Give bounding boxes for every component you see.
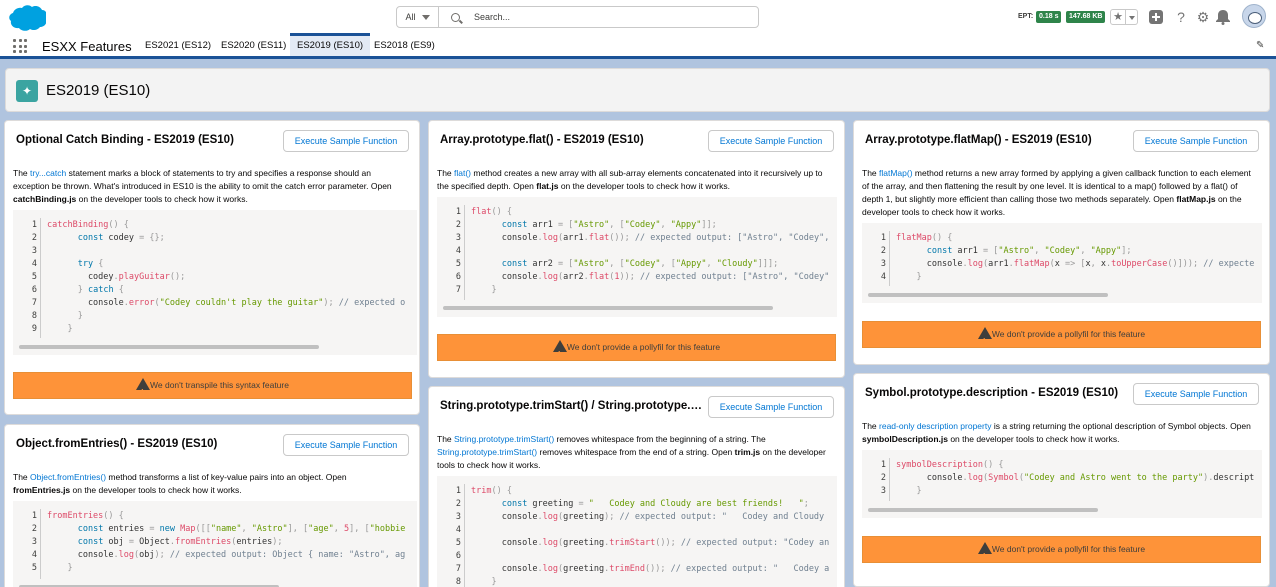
help-icon[interactable]: ? [1173,9,1189,25]
code-block: 1 catchBinding() { 2 const codey = {}; 3 … [13,210,417,355]
flatmap-link[interactable]: flatMap() [879,168,913,178]
ept-label: EPT: [1018,13,1034,20]
setup-gear-icon[interactable]: ⚙ [1195,9,1211,25]
execute-sample-function-button[interactable]: Execute Sample Function [708,130,834,152]
warning-icon [136,378,151,405]
card-title: Object.fromEntries() - ES2019 (ES10) [16,438,218,450]
code-block: 1 fromEntries() { 2 const entries = new M… [13,501,417,587]
tab-es2019[interactable]: ES2019 (ES10) [290,33,371,56]
warning-icon [552,340,567,367]
execute-sample-function-button[interactable]: Execute Sample Function [283,434,409,456]
code-block: 1 flatMap() { 2 const arr1 = ["Astro", "C… [862,223,1262,303]
card-title: Array.prototype.flat() - ES2019 (ES10) [440,134,644,146]
card-description: The try...catch statement marks a block … [13,168,392,204]
global-add-icon[interactable] [1148,9,1164,25]
code-horizontal-scrollbar[interactable] [443,306,773,310]
card-description: The flatMap() method returns a new array… [862,168,1251,217]
code-horizontal-scrollbar[interactable] [868,293,1108,297]
card-description: The Object.fromEntries() method transfor… [13,472,347,495]
code-horizontal-scrollbar[interactable] [19,345,319,349]
card-array-flatmap: Array.prototype.flatMap() - ES2019 (ES10… [853,120,1270,365]
card-string-trim: String.prototype.trimStart() / String.pr… [428,386,845,587]
card-title: Optional Catch Binding - ES2019 (ES10) [16,134,234,146]
execute-sample-function-button[interactable]: Execute Sample Function [708,396,834,418]
favorites-star-icon[interactable]: ★ [1110,9,1126,25]
ept-size-badge: 147.68 KB [1066,11,1106,23]
favorites-menu-chevron-icon[interactable] [1126,9,1138,25]
code-block: 1 flat() { 2 const arr1 = ["Astro", ["Cod… [437,197,837,317]
app-launcher-icon[interactable] [13,39,27,53]
tab-es2021[interactable]: ES2021 (ES12) [138,33,218,56]
handshake-icon: ✦ [16,80,38,102]
code-horizontal-scrollbar[interactable] [868,508,1098,512]
notifications-bell-icon[interactable] [1215,9,1231,25]
code-block: 1 symbolDescription() { 2 console.log(Sym… [862,450,1262,518]
execute-sample-function-button[interactable]: Execute Sample Function [1133,130,1259,152]
search-scope-label: All [405,12,416,22]
try-catch-link[interactable]: try...catch [30,168,66,178]
warning-banner: We don't transpile this syntax feature [13,372,412,405]
card-array-flat: Array.prototype.flat() - ES2019 (ES10) E… [428,120,845,378]
tab-es2018[interactable]: ES2018 (ES9) [367,33,442,56]
card-description: The read-only description property is a … [862,421,1251,444]
app-navigation-bar: ESXX Features ES2021 (ES12) ES2020 (ES11… [0,33,1276,59]
code-block: 1 trim() { 2 const greeting = " Codey and… [437,476,837,587]
description-property-link[interactable]: read-only description property [879,421,991,431]
card-object-fromentries: Object.fromEntries() - ES2019 (ES10) Exe… [4,424,420,587]
warning-icon [977,542,992,569]
warning-banner: We don't provide a pollyfil for this fea… [862,536,1261,569]
warning-icon [977,327,992,354]
card-title: Symbol.prototype.description - ES2019 (E… [865,387,1119,399]
card-symbol-description: Symbol.prototype.description - ES2019 (E… [853,373,1270,587]
trimstart-link[interactable]: String.prototype.trimStart() [454,434,554,444]
search-icon [451,12,460,22]
edit-nav-pencil-icon[interactable]: ✎ [1256,40,1264,51]
global-header: All EPT: 0.18 s 147.68 KB ★ ? ⚙ [0,0,1276,33]
tab-es2020[interactable]: ES2020 (ES11) [214,33,293,56]
flat-link[interactable]: flat() [454,168,471,178]
warning-banner: We don't provide a pollyfil for this fea… [862,321,1261,354]
app-name: ESXX Features [42,39,132,54]
card-description: The flat() method creates a new array wi… [437,168,823,191]
object-fromentries-link[interactable]: Object.fromEntries() [30,472,106,482]
search-input[interactable] [474,12,734,22]
chevron-down-icon [421,14,430,20]
page-header: ✦ ES2019 (ES10) [5,68,1270,112]
user-avatar[interactable] [1242,4,1266,28]
trimend-link[interactable]: String.prototype.trimStart() [437,447,537,457]
salesforce-logo-icon[interactable] [6,4,46,32]
ept-time-badge: 0.18 s [1036,11,1062,23]
card-title: Array.prototype.flatMap() - ES2019 (ES10… [865,134,1092,146]
card-optional-catch-binding: Optional Catch Binding - ES2019 (ES10) E… [4,120,420,415]
search-scope-dropdown[interactable]: All [397,7,439,27]
warning-banner: We don't provide a pollyfil for this fea… [437,334,836,367]
global-search[interactable]: All [396,6,759,28]
execute-sample-function-button[interactable]: Execute Sample Function [283,130,409,152]
card-description: The String.prototype.trimStart() removes… [437,434,826,470]
execute-sample-function-button[interactable]: Execute Sample Function [1133,383,1259,405]
card-title: String.prototype.trimStart() / String.pr… [440,400,702,412]
page-title: ES2019 (ES10) [46,82,151,99]
